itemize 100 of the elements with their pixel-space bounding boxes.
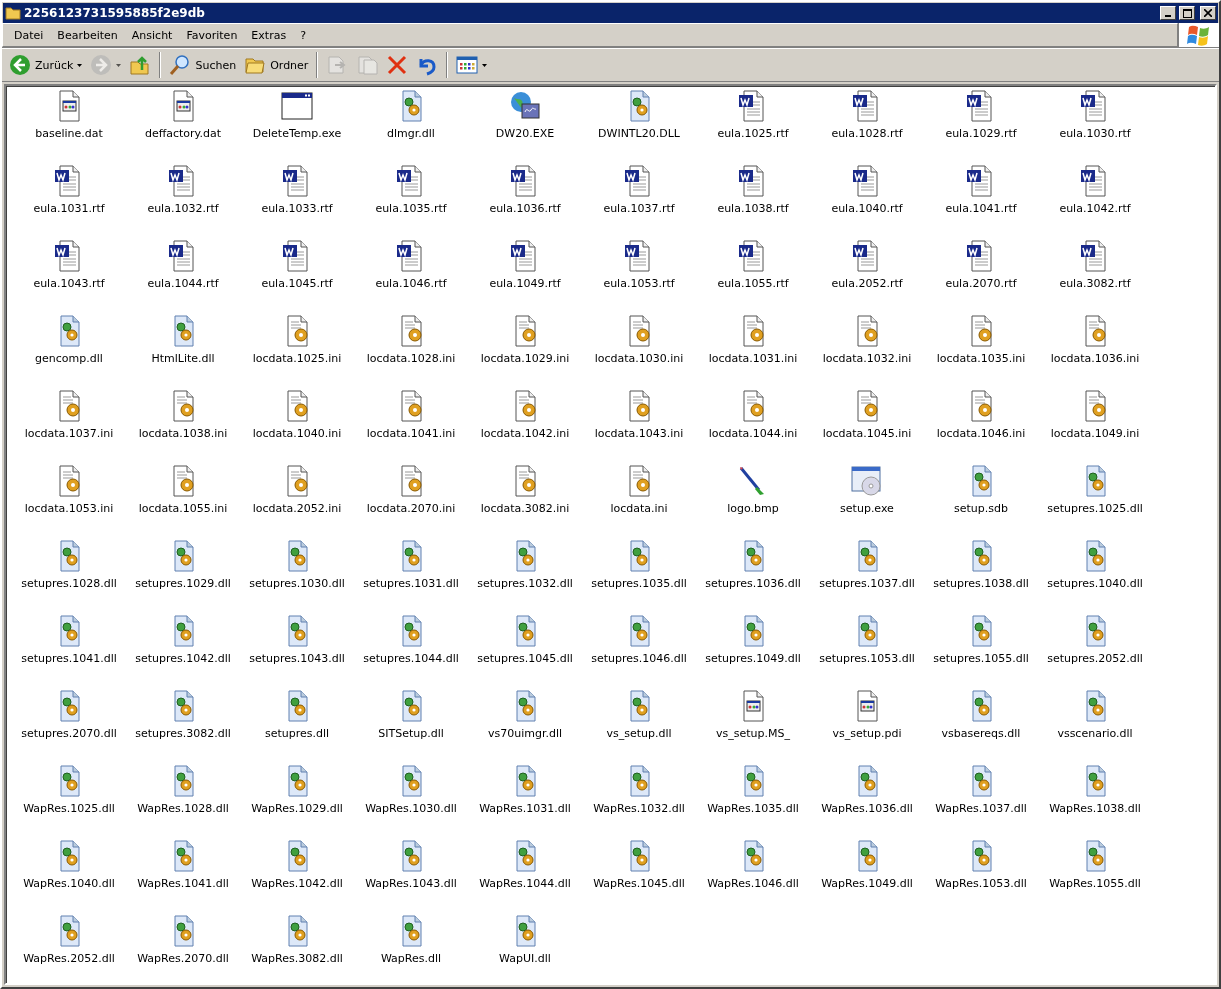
file-name[interactable]: WapRes.1042.dll — [251, 877, 343, 890]
search-button[interactable]: Suchen — [166, 51, 240, 79]
file-name[interactable]: locdata.1041.ini — [366, 427, 456, 440]
file-name[interactable]: WapRes.2052.dll — [23, 952, 115, 965]
file-name[interactable]: WapRes.1035.dll — [707, 802, 799, 815]
file-name[interactable]: locdata.1028.ini — [366, 352, 456, 365]
file-name[interactable]: WapRes.3082.dll — [251, 952, 343, 965]
file-name[interactable]: WapRes.1029.dll — [251, 802, 343, 815]
file-name[interactable]: SITSetup.dll — [378, 727, 444, 740]
file-name[interactable]: eula.1049.rtf — [489, 277, 561, 290]
menu-item[interactable]: Extras — [244, 26, 294, 44]
file-name[interactable]: locdata.1042.ini — [480, 427, 570, 440]
file-name[interactable]: setupres.1042.dll — [135, 652, 231, 665]
file-name[interactable]: eula.1041.rtf — [945, 202, 1017, 215]
file-name[interactable]: locdata.1046.ini — [936, 427, 1026, 440]
file-name[interactable]: WapRes.1043.dll — [365, 877, 457, 890]
file-name[interactable]: setupres.1046.dll — [591, 652, 687, 665]
file-name[interactable]: DW20.EXE — [495, 127, 555, 140]
file-name[interactable]: logo.bmp — [727, 502, 779, 515]
file-name[interactable]: locdata.1029.ini — [480, 352, 570, 365]
file-name[interactable]: setupres.1053.dll — [819, 652, 915, 665]
file-name[interactable]: locdata.1036.ini — [1050, 352, 1140, 365]
file-name[interactable]: locdata.1044.ini — [708, 427, 798, 440]
file-name[interactable]: locdata.1030.ini — [594, 352, 684, 365]
file-name[interactable]: eula.1035.rtf — [375, 202, 447, 215]
file-name[interactable]: WapRes.dll — [380, 952, 442, 965]
file-name[interactable]: setupres.1031.dll — [363, 577, 459, 590]
file-name[interactable]: vsbasereqs.dll — [941, 727, 1021, 740]
file-name[interactable]: vs_setup.pdi — [832, 727, 902, 740]
file-name[interactable]: WapRes.1031.dll — [479, 802, 571, 815]
file-name[interactable]: WapRes.1040.dll — [23, 877, 115, 890]
file-name[interactable]: eula.1028.rtf — [831, 127, 903, 140]
file-name[interactable]: eula.1040.rtf — [831, 202, 903, 215]
file-name[interactable]: eula.1045.rtf — [261, 277, 333, 290]
file-name[interactable]: setupres.2052.dll — [1047, 652, 1143, 665]
file-name[interactable]: locdata.1037.ini — [24, 427, 114, 440]
file-name[interactable]: eula.1043.rtf — [33, 277, 105, 290]
file-name[interactable]: gencomp.dll — [35, 352, 103, 365]
file-name[interactable]: vs_setup.dll — [606, 727, 672, 740]
file-name[interactable]: WapRes.1032.dll — [593, 802, 685, 815]
file-name[interactable]: eula.2070.rtf — [945, 277, 1017, 290]
file-name[interactable]: setupres.1043.dll — [249, 652, 345, 665]
file-name[interactable]: eula.1036.rtf — [489, 202, 561, 215]
file-name[interactable]: setupres.1028.dll — [21, 577, 117, 590]
file-name[interactable]: eula.1030.rtf — [1059, 127, 1131, 140]
file-name[interactable]: WapRes.2070.dll — [137, 952, 229, 965]
file-name[interactable]: vs_setup.MS_ — [716, 727, 790, 740]
file-name[interactable]: locdata.2070.ini — [366, 502, 456, 515]
file-name[interactable]: WapUI.dll — [499, 952, 551, 965]
file-name[interactable]: eula.1037.rtf — [603, 202, 675, 215]
folders-button[interactable]: Ordner — [241, 51, 312, 79]
file-name[interactable]: locdata.3082.ini — [480, 502, 570, 515]
file-name[interactable]: setup.sdb — [954, 502, 1008, 515]
file-name[interactable]: WapRes.1049.dll — [821, 877, 913, 890]
menu-item[interactable]: Favoriten — [179, 26, 245, 44]
file-name[interactable]: setupres.1038.dll — [933, 577, 1029, 590]
file-name[interactable]: setupres.1040.dll — [1047, 577, 1143, 590]
file-name[interactable]: locdata.ini — [610, 502, 668, 515]
file-name[interactable]: setupres.1029.dll — [135, 577, 231, 590]
file-name[interactable]: DeleteTemp.exe — [252, 127, 342, 140]
file-name[interactable]: deffactory.dat — [144, 127, 222, 140]
file-name[interactable]: eula.1055.rtf — [717, 277, 789, 290]
file-name[interactable]: DWINTL20.DLL — [598, 127, 680, 140]
back-button[interactable]: Zurück — [6, 51, 86, 79]
file-name[interactable]: eula.1032.rtf — [147, 202, 219, 215]
file-name[interactable]: locdata.1025.ini — [252, 352, 342, 365]
file-name[interactable]: WapRes.1046.dll — [707, 877, 799, 890]
file-name[interactable]: eula.1053.rtf — [603, 277, 675, 290]
file-name[interactable]: baseline.dat — [35, 127, 103, 140]
file-name[interactable]: setupres.2070.dll — [21, 727, 117, 740]
menu-item[interactable]: Ansicht — [124, 26, 180, 44]
file-name[interactable]: locdata.1043.ini — [594, 427, 684, 440]
file-name[interactable]: eula.1031.rtf — [33, 202, 105, 215]
file-name[interactable]: eula.1046.rtf — [375, 277, 447, 290]
file-name[interactable]: WapRes.1038.dll — [1049, 802, 1141, 815]
file-name[interactable]: locdata.1049.ini — [1050, 427, 1140, 440]
file-name[interactable]: WapRes.1036.dll — [821, 802, 913, 815]
file-name[interactable]: WapRes.1037.dll — [935, 802, 1027, 815]
file-name[interactable]: locdata.1040.ini — [252, 427, 342, 440]
menu-item[interactable]: Datei — [7, 26, 51, 44]
file-name[interactable]: eula.1033.rtf — [261, 202, 333, 215]
file-name[interactable]: locdata.2052.ini — [252, 502, 342, 515]
file-name[interactable]: setupres.1035.dll — [591, 577, 687, 590]
file-name[interactable]: locdata.1038.ini — [138, 427, 228, 440]
file-name[interactable]: setupres.1032.dll — [477, 577, 573, 590]
file-name[interactable]: setupres.dll — [264, 727, 330, 740]
menu-item[interactable]: ? — [293, 26, 313, 44]
file-name[interactable]: HtmlLite.dll — [151, 352, 215, 365]
file-name[interactable]: WapRes.1041.dll — [137, 877, 229, 890]
file-name[interactable]: locdata.1035.ini — [936, 352, 1026, 365]
close-button[interactable] — [1200, 6, 1216, 20]
file-name[interactable]: WapRes.1025.dll — [23, 802, 115, 815]
file-name[interactable]: eula.1044.rtf — [147, 277, 219, 290]
file-name[interactable]: WapRes.1030.dll — [365, 802, 457, 815]
file-name[interactable]: setupres.3082.dll — [135, 727, 231, 740]
file-name[interactable]: setupres.1030.dll — [249, 577, 345, 590]
file-name[interactable]: eula.3082.rtf — [1059, 277, 1131, 290]
file-name[interactable]: locdata.1031.ini — [708, 352, 798, 365]
file-name[interactable]: eula.1042.rtf — [1059, 202, 1131, 215]
file-name[interactable]: vsscenario.dll — [1057, 727, 1133, 740]
